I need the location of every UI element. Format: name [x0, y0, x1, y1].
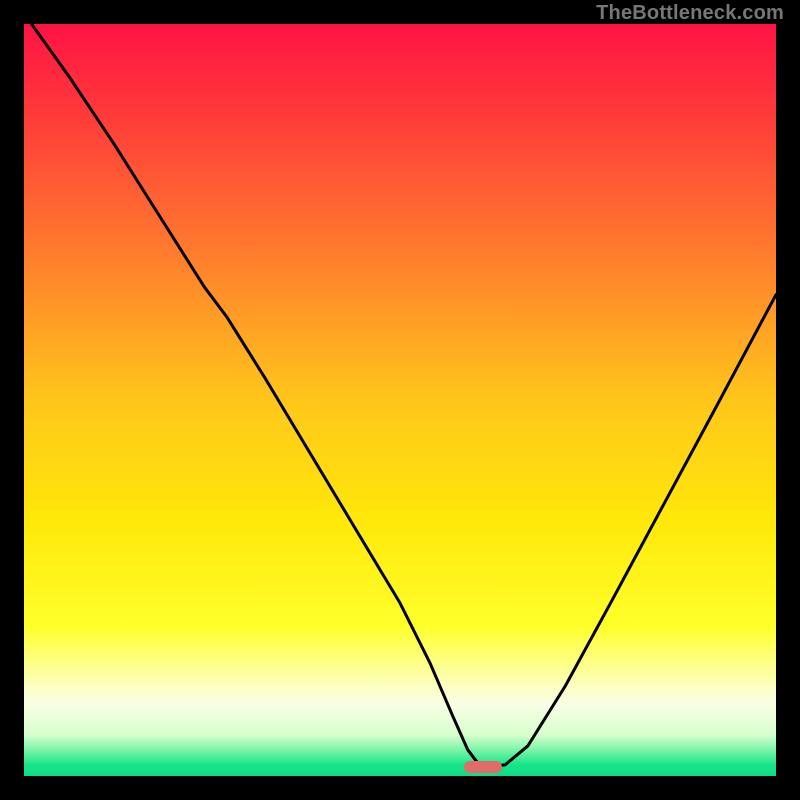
watermark-text: TheBottleneck.com — [596, 2, 784, 25]
plot-area — [24, 24, 776, 776]
chart-frame: TheBottleneck.com — [0, 0, 800, 800]
bottleneck-curve — [24, 24, 776, 776]
optimal-marker — [464, 761, 502, 773]
